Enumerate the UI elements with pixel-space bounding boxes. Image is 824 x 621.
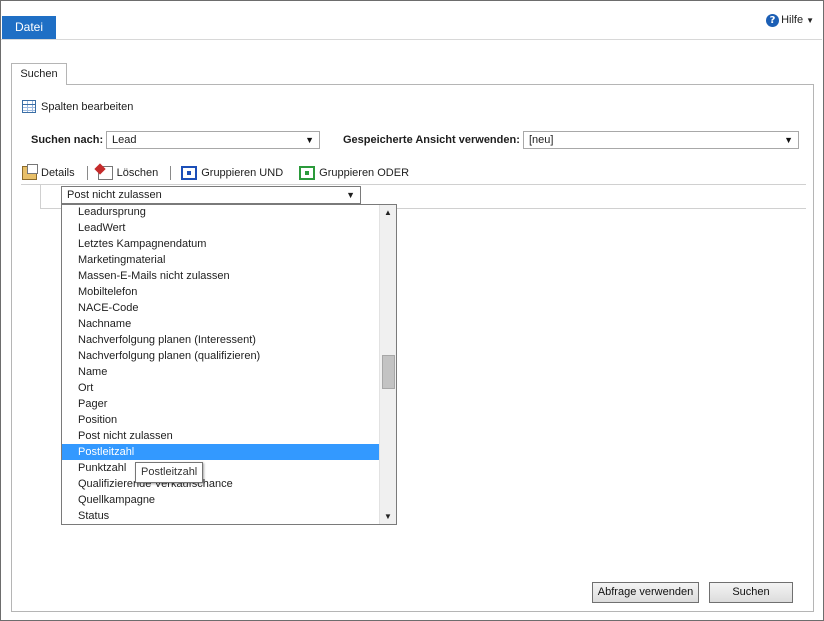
group-and-button[interactable]: Gruppieren UND: [181, 166, 283, 180]
search-for-value: Lead: [112, 134, 137, 146]
list-item[interactable]: Letztes Kampagnendatum: [62, 236, 379, 252]
chevron-down-icon: ▼: [305, 135, 314, 145]
saved-view-select[interactable]: [neu] ▼: [523, 131, 799, 149]
list-item[interactable]: Postleitzahl: [62, 444, 379, 460]
toolbar-separator: [86, 166, 88, 180]
list-item[interactable]: Name: [62, 364, 379, 380]
list-item[interactable]: Quellkampagne: [62, 492, 379, 508]
file-tab[interactable]: Datei: [2, 16, 56, 39]
toolbar-separator: [170, 166, 172, 180]
list-item[interactable]: Mobiltelefon: [62, 284, 379, 300]
list-item[interactable]: Marketingmaterial: [62, 252, 379, 268]
list-item[interactable]: Nachverfolgung planen (Interessent): [62, 332, 379, 348]
help-menu[interactable]: ? Hilfe ▼: [766, 12, 814, 28]
group-or-label: Gruppieren ODER: [319, 167, 410, 179]
tooltip: Postleitzahl: [135, 462, 204, 483]
search-button[interactable]: Suchen: [709, 582, 793, 603]
list-item[interactable]: LeadWert: [62, 220, 379, 236]
scroll-down-icon[interactable]: ▼: [384, 512, 392, 521]
field-select[interactable]: Post nicht zulassen ▼: [61, 186, 361, 204]
scroll-up-icon[interactable]: ▲: [384, 208, 392, 217]
details-icon: [22, 164, 38, 180]
chevron-down-icon: ▼: [806, 15, 814, 25]
list-item[interactable]: NACE-Code: [62, 300, 379, 316]
delete-label: Löschen: [116, 167, 159, 179]
list-item[interactable]: Position: [62, 412, 379, 428]
list-item[interactable]: Massen-E-Mails nicht zulassen: [62, 268, 379, 284]
field-dropdown-list[interactable]: Leadursprung LeadWert Letztes Kampagnendat…: [61, 204, 397, 525]
group-or-icon: [299, 166, 316, 180]
scrollbar[interactable]: ▲ ▼: [379, 205, 396, 524]
delete-icon: [97, 166, 113, 180]
list-item[interactable]: Nachname: [62, 316, 379, 332]
help-icon: ?: [766, 13, 780, 27]
help-label: Hilfe: [781, 14, 804, 26]
list-item[interactable]: Post nicht zulassen: [62, 428, 379, 444]
details-button[interactable]: Details: [22, 164, 75, 180]
chevron-down-icon: ▼: [784, 135, 793, 145]
list-item[interactable]: Pager: [62, 396, 379, 412]
table-icon: [22, 100, 36, 113]
list-item[interactable]: Nachverfolgung planen (qualifizieren): [62, 348, 379, 364]
search-for-select[interactable]: Lead ▼: [106, 131, 320, 149]
divider: [40, 185, 41, 209]
list-item[interactable]: Status: [62, 508, 379, 524]
group-and-icon: [181, 166, 198, 180]
chevron-down-icon: ▼: [346, 190, 355, 200]
edit-columns-label: Spalten bearbeiten: [41, 100, 134, 113]
group-or-button[interactable]: Gruppieren ODER: [299, 166, 409, 180]
field-select-value: Post nicht zulassen: [67, 189, 162, 201]
delete-button[interactable]: Löschen: [97, 166, 159, 180]
saved-view-value: [neu]: [529, 134, 554, 146]
list-item[interactable]: Leadursprung: [62, 205, 379, 220]
saved-view-label: Gespeicherte Ansicht verwenden:: [343, 134, 520, 146]
top-bar: Datei ? Hilfe ▼: [1, 1, 822, 40]
search-for-label: Suchen nach:: [31, 134, 104, 146]
group-and-label: Gruppieren UND: [201, 167, 284, 179]
details-label: Details: [41, 167, 75, 179]
divider: [21, 184, 806, 185]
toolbar: Details Löschen Gruppieren UND Gruppiere…: [22, 164, 409, 181]
edit-columns-button[interactable]: Spalten bearbeiten: [22, 100, 133, 113]
tab-search[interactable]: Suchen: [11, 63, 67, 85]
list-item[interactable]: Punktzahl: [62, 460, 379, 476]
use-query-button[interactable]: Abfrage verwenden: [592, 582, 699, 603]
list-item[interactable]: Qualifizierende Verkaufschance: [62, 476, 379, 492]
scrollbar-thumb[interactable]: [382, 355, 395, 389]
list-item[interactable]: Ort: [62, 380, 379, 396]
